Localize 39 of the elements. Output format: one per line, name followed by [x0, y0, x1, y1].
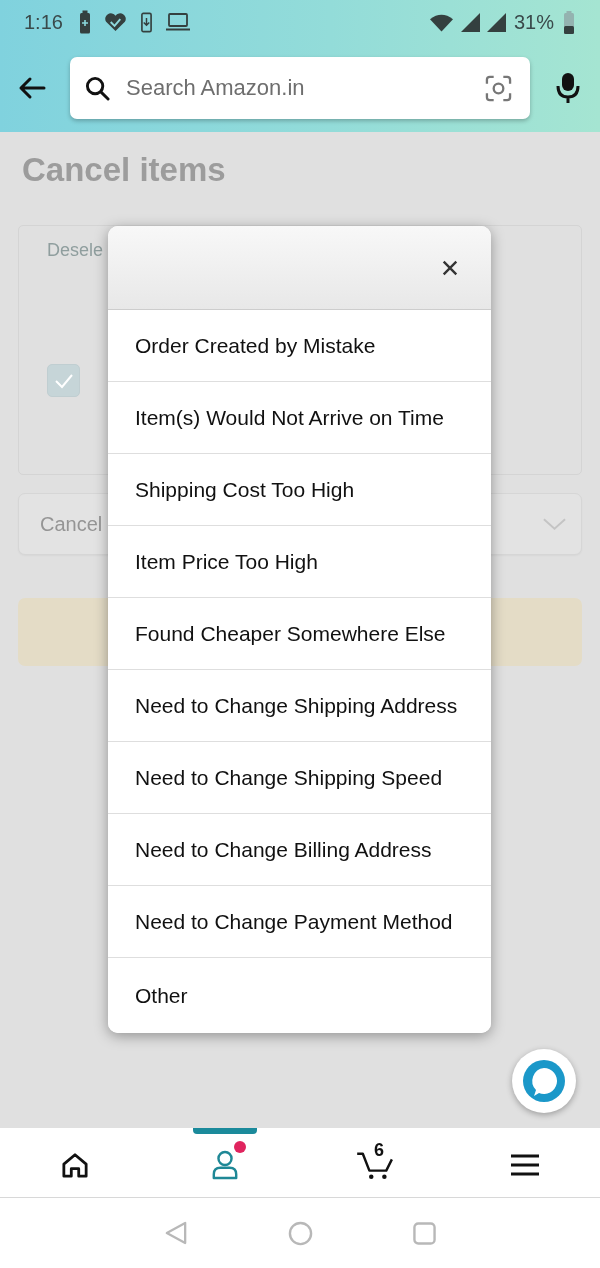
reason-option[interactable]: Need to Change Shipping Speed: [108, 742, 491, 814]
phone-download-icon: [140, 11, 152, 33]
reason-option[interactable]: Shipping Cost Too High: [108, 454, 491, 526]
reason-option[interactable]: Item Price Too High: [108, 526, 491, 598]
search-input[interactable]: Search Amazon.in: [126, 72, 475, 104]
signal-icon: [460, 12, 480, 32]
reason-option[interactable]: Order Created by Mistake: [108, 310, 491, 382]
signal-icon: [486, 12, 506, 32]
cart-tab[interactable]: 6: [300, 1128, 450, 1197]
search-icon: [85, 75, 110, 101]
chevron-down-icon: [542, 517, 567, 531]
microphone-icon[interactable]: [556, 72, 580, 104]
page-title: Cancel items: [21, 150, 226, 190]
dropdown-text: Cancel: [40, 512, 103, 536]
battery-percent: 31%: [513, 10, 554, 34]
card-text: Desele: [47, 239, 104, 261]
menu-icon: [511, 1153, 539, 1176]
status-time: 1:16: [24, 10, 63, 34]
reason-option[interactable]: Need to Change Shipping Address: [108, 670, 491, 742]
home-icon: [61, 1151, 89, 1178]
reason-option[interactable]: Other: [108, 958, 491, 1033]
search-field[interactable]: Search Amazon.in: [70, 57, 530, 119]
reason-option[interactable]: Item(s) Would Not Arrive on Time: [108, 382, 491, 454]
check-icon: [53, 372, 74, 389]
speech-ring-icon: [522, 1059, 566, 1103]
laptop-icon: [165, 13, 190, 31]
battery-icon: [563, 10, 575, 34]
assistant-button[interactable]: [512, 1049, 576, 1113]
reason-option[interactable]: Need to Change Billing Address: [108, 814, 491, 886]
back-arrow-icon[interactable]: [18, 76, 46, 100]
battery-charging-icon: [78, 10, 91, 34]
camera-scan-icon[interactable]: [485, 74, 512, 102]
close-icon: [441, 258, 459, 277]
reason-option[interactable]: Need to Change Payment Method: [108, 886, 491, 958]
person-icon: [211, 1149, 239, 1180]
heart-check-icon: [103, 12, 127, 32]
reason-option[interactable]: Found Cheaper Somewhere Else: [108, 598, 491, 670]
checkbox[interactable]: [47, 364, 80, 397]
wifi-icon: [429, 12, 453, 32]
